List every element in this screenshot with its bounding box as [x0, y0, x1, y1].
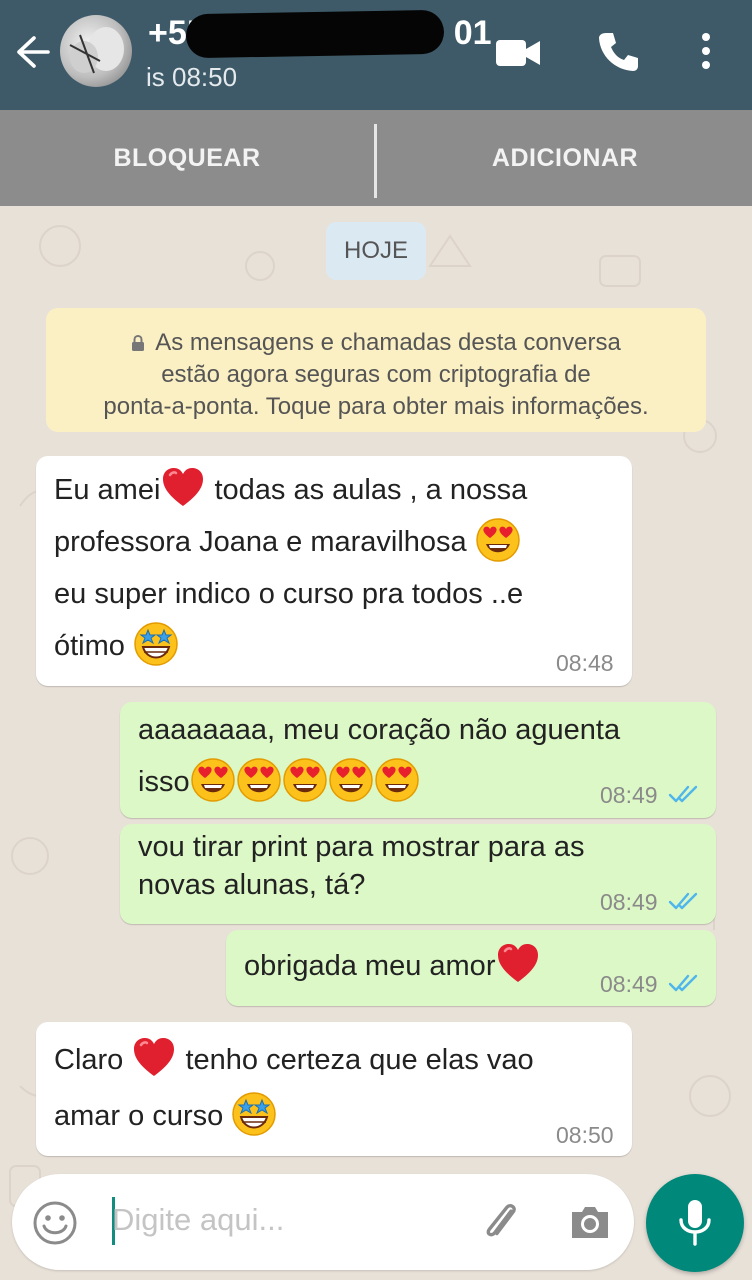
message-time: 08:49 [600, 971, 658, 997]
red-heart-emoji [495, 941, 541, 987]
more-options-icon[interactable] [696, 32, 716, 72]
notice-line: As mensagens e chamadas desta conversa [46, 327, 706, 359]
emoji-icon[interactable] [32, 1200, 78, 1246]
message-list[interactable]: HOJE As mensagens e chamadas desta conve… [0, 206, 752, 1280]
message-time: 08:50 [556, 1122, 614, 1148]
heart-eyes-emoji [475, 517, 521, 563]
outgoing-message[interactable]: aaaaaaaa, meu coração não aguenta isso 0… [120, 702, 716, 818]
message-composer[interactable]: Digite aqui... [12, 1174, 634, 1270]
back-arrow-icon[interactable] [14, 34, 52, 70]
read-receipt-icon [668, 973, 702, 993]
video-call-icon[interactable] [494, 36, 542, 70]
incoming-message[interactable]: Eu amei todas as aulas , a nossa profess… [36, 456, 632, 686]
heart-eyes-emoji [282, 757, 328, 803]
message-input[interactable]: Digite aqui... [112, 1202, 284, 1238]
heart-eyes-emoji [328, 757, 374, 803]
encryption-notice[interactable]: As mensagens e chamadas desta conversa e… [46, 308, 706, 432]
heart-eyes-emoji [374, 757, 420, 803]
divider [374, 124, 377, 198]
voice-record-button[interactable] [646, 1174, 744, 1272]
notice-line: estão agora seguras com criptografia de [161, 361, 591, 388]
message-text: obrigada meu amor [244, 940, 541, 992]
star-struck-emoji [231, 1091, 277, 1137]
red-heart-emoji [131, 1035, 177, 1081]
star-struck-emoji [133, 621, 179, 667]
chat-header: +55 01 is 08:50 [0, 0, 752, 110]
add-contact-button[interactable]: ADICIONAR [378, 110, 752, 206]
outgoing-message[interactable]: obrigada meu amor 08:49 [226, 930, 716, 1006]
heart-eyes-emoji [190, 757, 236, 803]
date-separator: HOJE [326, 222, 426, 280]
incoming-message[interactable]: Claro tenho certeza que elas vao amar o … [36, 1022, 632, 1156]
unknown-contact-actions: BLOQUEAR ADICIONAR [0, 110, 752, 206]
red-heart-emoji [160, 465, 206, 511]
phone-icon[interactable] [596, 30, 640, 74]
camera-icon[interactable] [568, 1202, 612, 1242]
lock-icon [132, 335, 145, 351]
contact-last-seen: is 08:50 [146, 62, 238, 92]
read-receipt-icon [668, 784, 702, 804]
message-text: aaaaaaaa, meu coração não aguenta isso [138, 704, 620, 808]
message-text: Eu amei todas as aulas , a nossa profess… [54, 464, 527, 672]
mic-icon [679, 1200, 711, 1246]
message-time: 08:49 [600, 889, 658, 915]
message-time: 08:49 [600, 782, 658, 808]
message-text: vou tirar print para mostrar para as nov… [138, 831, 585, 901]
message-time: 08:48 [556, 650, 614, 676]
heart-eyes-emoji [236, 757, 282, 803]
read-receipt-icon [668, 891, 702, 911]
attach-icon[interactable] [478, 1202, 526, 1244]
notice-line: ponta-a-ponta. Toque para obter mais inf… [103, 393, 649, 420]
outgoing-message[interactable]: vou tirar print para mostrar para as nov… [120, 824, 716, 924]
message-text: Claro tenho certeza que elas vao amar o … [54, 1032, 534, 1144]
avatar[interactable] [60, 15, 132, 87]
block-button[interactable]: BLOQUEAR [0, 110, 374, 206]
redaction-mark [185, 9, 445, 59]
